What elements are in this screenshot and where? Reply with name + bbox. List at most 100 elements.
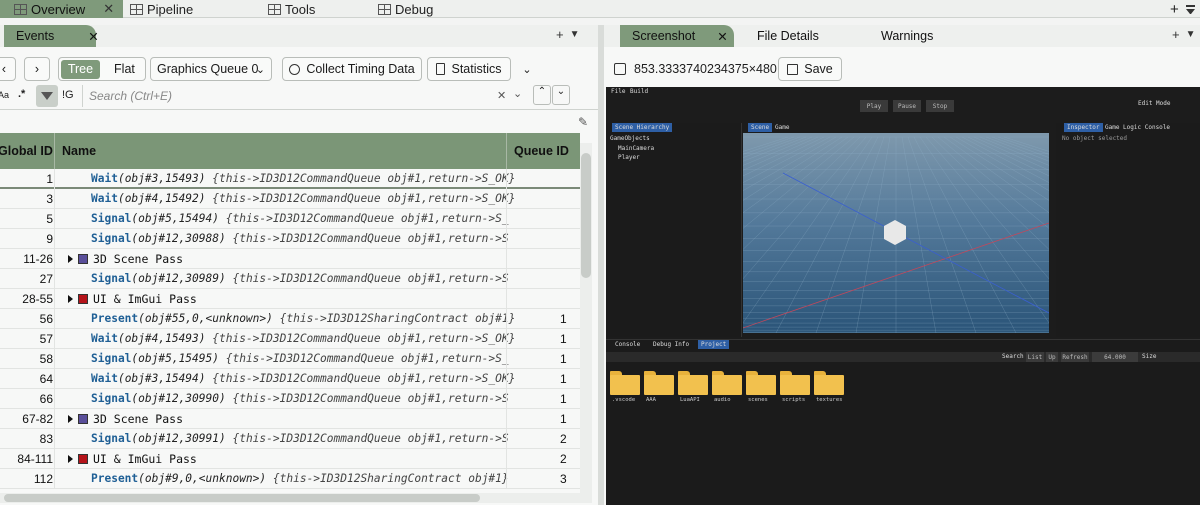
event-row[interactable]: 5 Signal(obj#5,15494) {this->ID3D12Comman…	[0, 209, 580, 229]
column-name[interactable]: Name	[62, 133, 96, 169]
back-button[interactable]: ‹	[0, 57, 16, 81]
event-row[interactable]: 64 Wait(obj#3,15494) {this->ID3D12Command…	[0, 369, 580, 389]
cell-divider	[506, 429, 507, 449]
event-row[interactable]: 56 Present(obj#55,0,<unknown>) {this->ID3…	[0, 309, 580, 329]
folder-icon	[780, 371, 810, 395]
event-row[interactable]: 57 Wait(obj#4,15493) {this->ID3D12Command…	[0, 329, 580, 349]
vertical-scrollbar[interactable]	[580, 143, 592, 503]
event-row[interactable]: 1 Wait(obj#3,15493) {this->ID3D12CommandQ…	[0, 169, 580, 189]
event-row[interactable]: 3 Wait(obj#4,15492) {this->ID3D12CommandQ…	[0, 189, 580, 209]
tab-pipeline[interactable]: Pipeline	[130, 0, 193, 18]
tab-warnings[interactable]: Warnings	[881, 25, 933, 47]
event-row[interactable]: 27 Signal(obj#12,30989) {this->ID3D12Comm…	[0, 269, 580, 289]
cell-divider	[506, 369, 507, 389]
event-row[interactable]: 58 Signal(obj#5,15495) {this->ID3D12Comma…	[0, 349, 580, 369]
tab-tools[interactable]: Tools	[268, 0, 315, 18]
column-global-id[interactable]: Global ID	[0, 133, 53, 169]
event-global-id: 58	[39, 352, 53, 366]
event-args: (obj#12,30988)	[131, 232, 226, 245]
divider	[0, 109, 598, 110]
add-icon[interactable]: +	[1172, 27, 1180, 42]
menu-icon	[1186, 4, 1195, 14]
tree-button[interactable]: Tree	[61, 59, 100, 79]
expand-arrow-icon[interactable]	[68, 415, 73, 423]
cell-divider	[506, 469, 507, 489]
column-divider[interactable]	[506, 133, 507, 169]
tab-debug[interactable]: Debug	[378, 0, 433, 18]
event-global-id: 27	[39, 272, 53, 286]
event-group-row[interactable]: 84-111 UI & ImGui Pass 2	[0, 449, 580, 469]
event-name: Signal(obj#12,30991) {this->ID3D12Comman…	[91, 432, 531, 445]
filter-toggle[interactable]	[36, 85, 58, 107]
save-button[interactable]: Save	[778, 57, 842, 81]
horizontal-scrollbar[interactable]	[0, 493, 580, 503]
panel-menu[interactable]: + ▼	[1172, 27, 1196, 42]
close-icon[interactable]: ✕	[88, 29, 98, 44]
chevron-down-icon: ⌄	[522, 63, 532, 76]
event-queue-id: 3	[560, 472, 567, 486]
ignore-toggle[interactable]: !G	[62, 89, 74, 101]
game-game-tab: Game	[775, 124, 790, 131]
tab-screenshot[interactable]: Screenshot ✕	[620, 25, 734, 47]
expand-arrow-icon[interactable]	[68, 255, 73, 263]
resolution-label: 853.3333740234375×480	[634, 62, 777, 76]
event-group-row[interactable]: 11-26 3D Scene Pass	[0, 249, 580, 269]
tab-events[interactable]: Events ✕	[4, 25, 99, 47]
cell-divider	[54, 249, 55, 269]
event-row[interactable]: 112 Present(obj#9,0,<unknown>) {this->ID3…	[0, 469, 580, 489]
event-note: {this->ID3D12CommandQueue obj#1,return->…	[225, 352, 509, 365]
add-icon[interactable]: +	[556, 27, 564, 42]
event-args: (obj#3,15494)	[117, 372, 206, 385]
game-logic-tab: Game Logic Console	[1105, 124, 1171, 131]
chevron-down-icon[interactable]: ▼	[570, 29, 580, 42]
event-global-id: 57	[39, 332, 53, 346]
event-name: Wait(obj#4,15492) {this->ID3D12CommandQu…	[91, 192, 531, 205]
game-hierarchy-tab: Scene Hierarchy	[612, 123, 673, 132]
event-row[interactable]: 83 Signal(obj#12,30991) {this->ID3D12Comm…	[0, 429, 580, 449]
column-divider[interactable]	[54, 133, 55, 169]
scrollbar-thumb[interactable]	[581, 153, 591, 278]
chevron-down-icon[interactable]: ▼	[1186, 29, 1196, 42]
event-row[interactable]: 66 Signal(obj#12,30990) {this->ID3D12Comm…	[0, 389, 580, 409]
search-placeholder: Search (Ctrl+E)	[89, 89, 173, 103]
event-group-row[interactable]: 67-82 3D Scene Pass 1	[0, 409, 580, 429]
forward-button[interactable]: ›	[24, 57, 50, 81]
close-icon[interactable]: ✕	[717, 29, 727, 44]
toolbar-overflow-button[interactable]: ⌄	[516, 57, 538, 81]
game-edit-mode: Edit Mode	[1138, 100, 1171, 107]
tab-tools-label: Tools	[285, 1, 316, 17]
regex-toggle[interactable]: .*	[18, 88, 25, 100]
search-next-button[interactable]: ⌄	[552, 85, 570, 105]
event-row[interactable]: 9 Signal(obj#12,30988) {this->ID3D12Comma…	[0, 229, 580, 249]
panel-menu[interactable]: + ▼	[556, 27, 580, 42]
game-hierarchy-root: GameObjects	[610, 135, 650, 142]
edit-icon[interactable]: ✎	[578, 115, 588, 129]
event-group-row[interactable]: 28-55 UI & ImGui Pass	[0, 289, 580, 309]
event-queue-id: 1	[560, 332, 567, 346]
clear-icon[interactable]: ✕	[497, 89, 506, 102]
column-queue-id[interactable]: Queue ID	[514, 133, 569, 169]
chevron-down-icon[interactable]: ⌄	[513, 87, 522, 100]
flat-button[interactable]: Flat	[106, 62, 143, 76]
event-group-label: 3D Scene Pass	[93, 412, 184, 426]
event-group: UI & ImGui Pass	[68, 452, 508, 466]
collect-timing-button[interactable]: Collect Timing Data	[282, 57, 422, 81]
expand-arrow-icon[interactable]	[68, 455, 73, 463]
add-tab-button[interactable]: +	[1170, 0, 1179, 18]
scrollbar-thumb[interactable]	[4, 494, 480, 502]
tab-menu-button[interactable]	[1186, 0, 1195, 18]
search-prev-button[interactable]: ⌃	[533, 85, 551, 105]
stopwatch-icon	[289, 63, 301, 75]
expand-arrow-icon[interactable]	[68, 295, 73, 303]
tab-file-details[interactable]: File Details	[757, 25, 819, 47]
statistics-button[interactable]: Statistics	[427, 57, 511, 81]
event-note: {this->ID3D12CommandQueue obj#1,return->…	[232, 232, 509, 245]
event-function: Present	[91, 312, 139, 325]
queue-select[interactable]: Graphics Queue 0 ⌄	[150, 57, 272, 81]
close-icon[interactable]: ✕	[103, 1, 114, 17]
match-case-toggle[interactable]: Aa	[0, 90, 9, 100]
tab-overview[interactable]: Overview ✕	[0, 0, 123, 18]
search-input[interactable]: Search (Ctrl+E) ✕ ⌄	[82, 85, 528, 107]
cell-divider	[506, 449, 507, 469]
event-global-id: 84-111	[17, 452, 53, 466]
